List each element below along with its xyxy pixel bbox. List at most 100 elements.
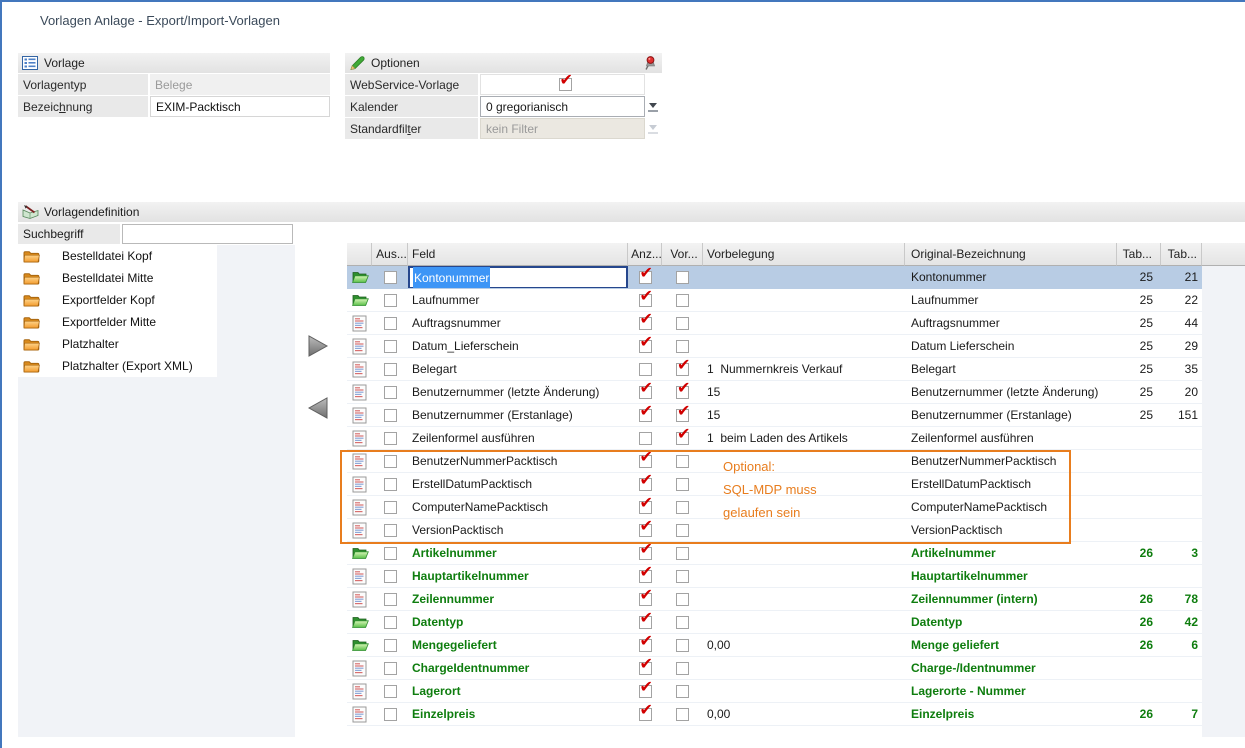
table-row[interactable]: Hauptartikelnummer✔Hauptartikelnummer xyxy=(347,565,1202,588)
column-header[interactable] xyxy=(347,243,372,266)
vor-checkbox[interactable] xyxy=(676,340,689,353)
vor-checkbox[interactable]: ✔ xyxy=(676,432,689,445)
anz-checkbox[interactable]: ✔ xyxy=(639,593,652,606)
vor-checkbox[interactable] xyxy=(676,478,689,491)
anz-checkbox[interactable]: ✔ xyxy=(639,547,652,560)
table-row[interactable]: Benutzernummer (letzte Änderung)✔✔15Benu… xyxy=(347,381,1202,404)
anz-checkbox[interactable]: ✔ xyxy=(639,524,652,537)
anz-checkbox[interactable]: ✔ xyxy=(639,455,652,468)
aus-checkbox[interactable] xyxy=(384,524,397,537)
table-row[interactable]: Laufnummer✔Laufnummer2522 xyxy=(347,289,1202,312)
anz-checkbox[interactable]: ✔ xyxy=(639,616,652,629)
table-row[interactable]: Mengegeliefert✔0,00Menge geliefert266 xyxy=(347,634,1202,657)
column-header[interactable]: Aus... xyxy=(372,243,408,266)
vor-checkbox[interactable] xyxy=(676,570,689,583)
folder-item[interactable]: Bestelldatei Kopf xyxy=(18,245,217,267)
table-row[interactable]: Belegart✔1 Nummernkreis VerkaufBelegart2… xyxy=(347,358,1202,381)
aus-checkbox[interactable] xyxy=(384,478,397,491)
aus-checkbox[interactable] xyxy=(384,432,397,445)
aus-checkbox[interactable] xyxy=(384,386,397,399)
anz-checkbox[interactable]: ✔ xyxy=(639,271,652,284)
move-left-button[interactable] xyxy=(306,396,330,420)
vor-checkbox[interactable] xyxy=(676,547,689,560)
kalender-dropdown-button[interactable] xyxy=(645,96,662,117)
aus-checkbox[interactable] xyxy=(384,501,397,514)
folder-item[interactable]: Platzhalter (Export XML) xyxy=(18,355,217,377)
vor-checkbox[interactable] xyxy=(676,294,689,307)
vor-checkbox[interactable] xyxy=(676,317,689,330)
search-input[interactable] xyxy=(122,224,293,244)
aus-checkbox[interactable] xyxy=(384,685,397,698)
table-row[interactable]: Artikelnummer✔Artikelnummer263 xyxy=(347,542,1202,565)
vor-checkbox[interactable]: ✔ xyxy=(676,386,689,399)
vor-checkbox[interactable] xyxy=(676,501,689,514)
pin-icon[interactable] xyxy=(641,55,659,71)
kalender-select[interactable]: 0 gregorianisch xyxy=(480,96,645,117)
anz-checkbox[interactable] xyxy=(639,363,652,376)
table-row[interactable]: Lagerort✔Lagerorte - Nummer xyxy=(347,680,1202,703)
aus-checkbox[interactable] xyxy=(384,340,397,353)
anz-checkbox[interactable]: ✔ xyxy=(639,662,652,675)
table-row[interactable]: ChargeIdentnummer✔Charge-/Identnummer xyxy=(347,657,1202,680)
table-row[interactable]: Datum_Lieferschein✔Datum Lieferschein252… xyxy=(347,335,1202,358)
column-header[interactable]: Tab... xyxy=(1161,243,1202,266)
vor-checkbox[interactable]: ✔ xyxy=(676,363,689,376)
anz-checkbox[interactable]: ✔ xyxy=(639,317,652,330)
column-header[interactable]: Feld xyxy=(408,243,628,266)
table-row[interactable]: Benutzernummer (Erstanlage)✔✔15Benutzern… xyxy=(347,404,1202,427)
table-row[interactable]: Datentyp✔Datentyp2642 xyxy=(347,611,1202,634)
column-header[interactable]: Vor... xyxy=(662,243,703,266)
anz-checkbox[interactable]: ✔ xyxy=(639,478,652,491)
aus-checkbox[interactable] xyxy=(384,455,397,468)
anz-checkbox[interactable]: ✔ xyxy=(639,340,652,353)
aus-checkbox[interactable] xyxy=(384,271,397,284)
aus-checkbox[interactable] xyxy=(384,639,397,652)
aus-checkbox[interactable] xyxy=(384,593,397,606)
column-header[interactable]: Vorbelegung xyxy=(703,243,905,266)
bezeichnung-input[interactable]: EXIM-Packtisch xyxy=(150,96,330,117)
aus-checkbox[interactable] xyxy=(384,317,397,330)
anz-checkbox[interactable]: ✔ xyxy=(639,501,652,514)
anz-checkbox[interactable]: ✔ xyxy=(639,708,652,721)
aus-checkbox[interactable] xyxy=(384,708,397,721)
vor-checkbox[interactable] xyxy=(676,662,689,675)
vor-checkbox[interactable] xyxy=(676,685,689,698)
anz-checkbox[interactable]: ✔ xyxy=(639,294,652,307)
vor-checkbox[interactable] xyxy=(676,708,689,721)
table-row[interactable]: Auftragsnummer✔Auftragsnummer2544 xyxy=(347,312,1202,335)
folder-item[interactable]: Bestelldatei Mitte xyxy=(18,267,217,289)
anz-checkbox[interactable]: ✔ xyxy=(639,685,652,698)
table-row[interactable]: Zeilennummer✔Zeilennummer (intern)2678 xyxy=(347,588,1202,611)
aus-checkbox[interactable] xyxy=(384,570,397,583)
folder-item[interactable]: Exportfelder Mitte xyxy=(18,311,217,333)
vor-checkbox[interactable] xyxy=(676,593,689,606)
aus-checkbox[interactable] xyxy=(384,547,397,560)
move-right-button[interactable] xyxy=(306,334,330,358)
vor-checkbox[interactable] xyxy=(676,524,689,537)
column-header[interactable]: Anz... xyxy=(628,243,662,266)
webservice-checkbox[interactable]: ✔ xyxy=(559,78,572,91)
column-header[interactable]: Original-Bezeichnung xyxy=(905,243,1117,266)
vor-checkbox[interactable] xyxy=(676,639,689,652)
folder-item[interactable]: Exportfelder Kopf xyxy=(18,289,217,311)
table-row[interactable]: Zeilenformel ausführen✔1 beim Laden des … xyxy=(347,427,1202,450)
column-header[interactable]: Tab... xyxy=(1117,243,1161,266)
folder-item[interactable]: Platzhalter xyxy=(18,333,217,355)
anz-checkbox[interactable] xyxy=(639,432,652,445)
anz-checkbox[interactable]: ✔ xyxy=(639,639,652,652)
anz-checkbox[interactable]: ✔ xyxy=(639,570,652,583)
feld-edit-input[interactable]: Kontonummer xyxy=(408,266,628,288)
aus-checkbox[interactable] xyxy=(384,616,397,629)
vor-checkbox[interactable] xyxy=(676,455,689,468)
aus-checkbox[interactable] xyxy=(384,409,397,422)
anz-checkbox[interactable]: ✔ xyxy=(639,386,652,399)
table-row[interactable]: Einzelpreis✔0,00Einzelpreis267 xyxy=(347,703,1202,726)
aus-checkbox[interactable] xyxy=(384,662,397,675)
anz-checkbox[interactable]: ✔ xyxy=(639,409,652,422)
table-row[interactable]: Kontonummer✔Kontonummer2521 xyxy=(347,266,1202,289)
vor-checkbox[interactable] xyxy=(676,616,689,629)
aus-checkbox[interactable] xyxy=(384,294,397,307)
vor-checkbox[interactable]: ✔ xyxy=(676,409,689,422)
vor-checkbox[interactable] xyxy=(676,271,689,284)
aus-checkbox[interactable] xyxy=(384,363,397,376)
